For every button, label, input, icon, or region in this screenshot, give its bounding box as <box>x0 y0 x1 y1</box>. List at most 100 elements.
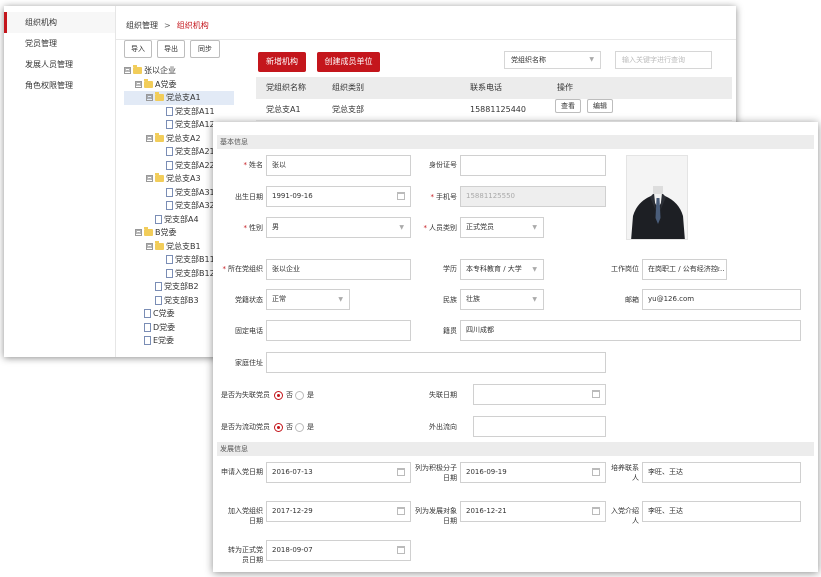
org-label: * 所在党组织 <box>222 265 264 273</box>
address-field[interactable] <box>266 352 606 373</box>
radio-checked-icon <box>274 422 283 432</box>
sidebar-item-roles[interactable]: 角色权限管理 <box>4 75 115 96</box>
sidebar-item-org[interactable]: 组织机构 <box>4 12 115 33</box>
section-development-info: 发展信息 <box>217 442 814 456</box>
chevron-down-icon: ▼ <box>589 56 594 63</box>
name-field[interactable]: 张以 <box>266 155 411 176</box>
outflow-field[interactable] <box>473 416 606 437</box>
collapse-toggle-icon[interactable]: ⊟ <box>146 134 153 142</box>
ethnic-select[interactable]: 壮族 ▼ <box>460 289 544 310</box>
name-label: * 姓名 <box>243 161 264 169</box>
tel-field[interactable] <box>266 320 411 341</box>
job-select[interactable]: 在岗职工 / 公有经济控... ▼ <box>642 259 727 280</box>
introducer-field[interactable]: 李旺、王达 <box>642 501 801 522</box>
collapse-toggle-icon[interactable]: ⊟ <box>146 94 153 101</box>
screen-composite: { "sidebar":{"items":[{"label":"组织机构","a… <box>0 0 821 577</box>
edit-button[interactable]: 编辑 <box>587 99 613 113</box>
calendar-icon <box>592 507 600 515</box>
import-button[interactable]: 导入 <box>124 40 152 58</box>
org-filter-select[interactable]: 党组织名称 ▼ <box>504 51 601 69</box>
lost-yes-radio[interactable]: 是 <box>295 390 314 400</box>
collapse-toggle-icon[interactable]: ⊟ <box>135 80 142 88</box>
calendar-icon <box>592 468 600 476</box>
mobile-no-radio[interactable]: 否 <box>274 422 293 432</box>
tree-node-label: 党支部A21 <box>175 147 215 156</box>
tree-node-label: 党总支A2 <box>166 133 201 143</box>
chevron-down-icon: ▼ <box>532 224 537 231</box>
new-org-button[interactable]: 新增机构 <box>258 52 306 72</box>
tree-node-label: 党支部A11 <box>175 106 215 116</box>
breadcrumb: 组织管理 > 组织机构 <box>126 20 209 31</box>
apply-date-field[interactable]: 2016-07-13 <box>266 462 411 483</box>
folder-icon <box>133 65 142 74</box>
tree-node-label: 党支部B11 <box>175 255 215 264</box>
breadcrumb-root[interactable]: 组织管理 <box>126 21 158 30</box>
job-label: 工作岗位 <box>611 265 639 273</box>
target-date-field[interactable]: 2016-12-21 <box>460 501 606 522</box>
breadcrumb-current: 组织机构 <box>176 21 209 30</box>
tree-node-label: 党支部A32 <box>175 201 215 210</box>
document-icon <box>166 187 173 197</box>
cell-org-name: 党总支A1 <box>266 105 301 114</box>
collapse-toggle-icon[interactable]: ⊟ <box>146 242 153 250</box>
gender-select[interactable]: 男 ▼ <box>266 217 411 238</box>
org-filter-value: 党组织名称 <box>511 56 546 64</box>
calendar-icon <box>397 546 405 554</box>
status-label: 党籍状态 <box>235 296 263 304</box>
mobile-yes-radio[interactable]: 是 <box>295 422 314 432</box>
sidebar-item-development[interactable]: 发展人员管理 <box>4 54 115 75</box>
radio-checked-icon <box>274 390 283 400</box>
collapse-toggle-icon[interactable]: ⊟ <box>135 229 142 236</box>
document-icon <box>144 322 151 332</box>
folder-icon <box>155 240 164 250</box>
folder-icon <box>155 173 164 182</box>
calendar-icon <box>397 192 405 200</box>
column-header: 党组织名称 <box>266 83 306 92</box>
collapse-toggle-icon[interactable]: ⊟ <box>146 175 153 182</box>
column-header: 组织类别 <box>332 83 364 92</box>
education-select[interactable]: 本专科教育 / 大学 ▼ <box>460 259 544 280</box>
tree-node[interactable]: ⊟ 张以企业 <box>124 64 234 78</box>
tel-label: 固定电话 <box>235 327 263 335</box>
mobile-label: 是否为流动党员 <box>221 423 270 431</box>
cell-category: 党总支部 <box>332 105 364 114</box>
document-icon <box>144 336 151 345</box>
tree-node[interactable]: 党支部A11 <box>124 105 234 119</box>
join-date-field[interactable]: 2017-12-29 <box>266 501 411 522</box>
create-member-unit-button[interactable]: 创建成员单位 <box>317 52 380 72</box>
person-type-select[interactable]: 正式党员 ▼ <box>460 217 544 238</box>
status-select[interactable]: 正常 ▼ <box>266 289 350 310</box>
lost-no-radio[interactable]: 否 <box>274 390 293 400</box>
tree-node[interactable]: ⊟ 党总支A1 <box>124 91 234 105</box>
birth-date-field[interactable]: 1991-09-16 <box>266 186 411 207</box>
tree-node[interactable]: ⊟ A党委 <box>124 78 234 92</box>
contact-field[interactable]: 李旺、王达 <box>642 462 801 483</box>
lost-date-field[interactable] <box>473 384 606 405</box>
breadcrumb-separator: > <box>164 21 171 30</box>
activist-date-field[interactable]: 2016-09-19 <box>460 462 606 483</box>
keyword-search-input[interactable]: 输入关键字进行查询 <box>615 51 712 69</box>
tree-node-label: 党支部A31 <box>175 187 215 197</box>
view-button[interactable]: 查看 <box>555 99 581 113</box>
tree-node-label: A党委 <box>155 79 177 89</box>
member-detail-window: 基本信息 * 姓名 张以 身份证号 出生日期 1991-09-16 * 手机号 15… <box>213 122 818 572</box>
formal-date-field[interactable]: 2018-09-07 <box>266 540 411 561</box>
tree-node-label: 党支部B3 <box>164 295 199 305</box>
tree-node-label: 党支部B12 <box>175 268 215 278</box>
email-field[interactable]: yu@126.com <box>642 289 801 310</box>
org-field[interactable]: 张以企业 <box>266 259 411 280</box>
person-type-label: * 人员类别 <box>423 224 458 232</box>
document-icon <box>166 160 173 170</box>
sync-button[interactable]: 同步 <box>190 40 220 58</box>
id-card-label: 身份证号 <box>429 161 457 169</box>
contact-label: 培养联系人 <box>611 464 639 482</box>
collapse-toggle-icon[interactable]: ⊟ <box>124 67 131 74</box>
member-photo <box>626 155 688 240</box>
folder-icon <box>144 78 153 88</box>
lost-label: 是否为失联党员 <box>221 391 270 399</box>
id-card-field[interactable] <box>460 155 606 176</box>
join-date-label: 加入党组织日期 <box>228 507 263 525</box>
sidebar-item-members[interactable]: 党员管理 <box>4 33 115 54</box>
native-field[interactable]: 四川成都 <box>460 320 801 341</box>
export-button[interactable]: 导出 <box>157 40 185 58</box>
